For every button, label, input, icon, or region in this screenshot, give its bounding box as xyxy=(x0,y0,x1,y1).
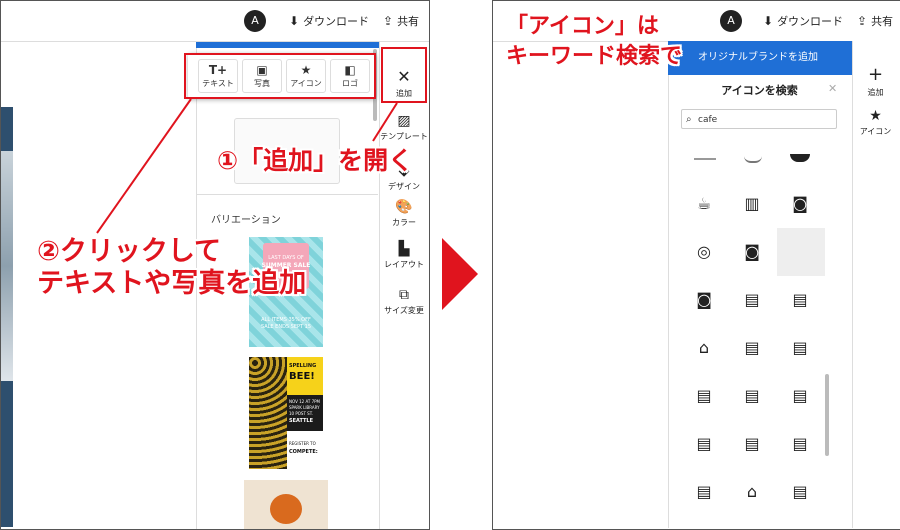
storefront-icon[interactable]: ▤ xyxy=(729,421,775,467)
plus-icon: + xyxy=(867,64,884,85)
coffee-cup-icon[interactable]: ☕ xyxy=(681,181,727,227)
cafe-sign-icon[interactable]: ◙ xyxy=(681,277,727,323)
callout-open-add: ①「追加」を開く xyxy=(217,146,414,175)
storefront-icon[interactable]: ▤ xyxy=(729,373,775,419)
callout-click-add-line2: テキストや写真を追加 xyxy=(37,268,307,299)
results-scrollbar[interactable] xyxy=(825,374,829,456)
storefront-icon[interactable]: ▤ xyxy=(777,325,823,371)
icon-search-input[interactable]: ⌕ cafe xyxy=(681,109,837,129)
download-button[interactable]: ⬇ ダウンロード xyxy=(763,13,843,29)
coffee-latte-icon[interactable]: ◎ xyxy=(681,229,727,275)
storefront-icon[interactable]: ▤ xyxy=(729,325,775,371)
star-icon: ★ xyxy=(869,108,882,124)
cafe-building-icon[interactable]: ⌂ xyxy=(729,469,775,515)
next-step-arrow xyxy=(442,238,478,310)
rail-add-button[interactable]: + 追加 xyxy=(852,64,899,98)
cafe-sign-icon[interactable]: ◙ xyxy=(777,181,823,227)
callout-line-1 xyxy=(372,102,398,142)
download-icon: ⬇ xyxy=(763,14,774,28)
storefront-icon[interactable]: ▤ xyxy=(681,469,727,515)
add-brand-banner[interactable]: オリジナルブランドを追加 xyxy=(668,41,852,75)
selected-result-highlight xyxy=(777,228,825,276)
coffee-machine-icon[interactable]: ▥ xyxy=(729,181,775,227)
callout-line-2 xyxy=(96,98,192,234)
storefront-icon[interactable]: ▤ xyxy=(777,373,823,419)
callout-icon-search-line1: 「アイコン」は xyxy=(506,14,659,39)
storefront-icon[interactable]: ▤ xyxy=(681,373,727,419)
panel-title: アイコンを検索 xyxy=(721,84,798,97)
callout-icon-search-line2: キーワード検索で xyxy=(506,44,683,69)
share-button[interactable]: ⇪ 共有 xyxy=(857,13,893,29)
search-icon: ⌕ xyxy=(686,114,692,125)
cafe-building-icon[interactable]: ⌂ xyxy=(681,325,727,371)
share-icon: ⇪ xyxy=(857,14,868,28)
storefront-icon[interactable]: ▤ xyxy=(777,469,823,515)
close-icon[interactable]: ✕ xyxy=(828,82,837,95)
storefront-icon[interactable]: ▤ xyxy=(681,421,727,467)
cafe-sign-icon[interactable]: ◙ xyxy=(729,229,775,275)
left-screenshot: A ⬇ ダウンロード ⇪ 共有 バリエーション LAST DAYS OF SUMME… xyxy=(0,0,430,530)
storefront-icon[interactable]: ▤ xyxy=(777,277,823,323)
storefront-icon[interactable]: ▤ xyxy=(777,421,823,467)
user-avatar[interactable]: A xyxy=(720,10,742,32)
partial-icon xyxy=(694,158,716,160)
rail-icon-button[interactable]: ★ アイコン xyxy=(852,108,899,137)
storefront-icon[interactable]: ▤ xyxy=(729,277,775,323)
